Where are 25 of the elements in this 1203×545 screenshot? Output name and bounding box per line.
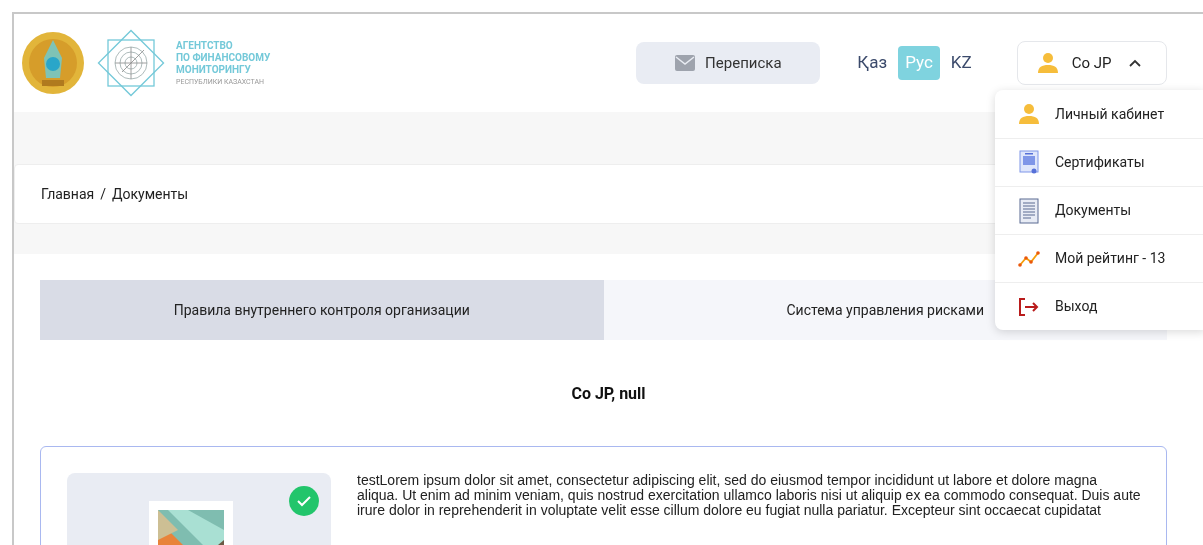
section-title: Co JP, null	[570, 383, 647, 405]
tab[interactable]: Правила внутреннего контроля организации	[40, 280, 604, 340]
agency-name: АГЕНТСТВО ПО ФИНАНСОВОМУ МОНИТОРИНГУ	[176, 40, 271, 76]
dropdown-menu-item[interactable]: Мой рейтинг - 13	[995, 234, 1203, 282]
breadcrumb-separator: /	[100, 184, 106, 204]
language-option[interactable]: Қаз	[850, 46, 895, 80]
line-chart-icon	[1018, 249, 1040, 268]
dropdown-menu-item[interactable]: Выход	[995, 282, 1203, 330]
user-menu-button[interactable]: Co JP	[1016, 41, 1167, 85]
person-icon	[1017, 102, 1041, 126]
document-icon	[1019, 197, 1039, 224]
language-option[interactable]: KZ	[943, 46, 979, 80]
document-description: testLorem ipsum dolor sit amet, consectetur adipiscing elit, sed do eiusmod tempor incididunt ut labore et dolore magna aliqua. Ut enim ad minim veniam, quis nostrud exercitation ullamco laboris nisi ut aliquip ex ea commodo consequat. Duis aute irure dolor in reprehenderit in voluptate velit esse cillum dolore eu fugiat nulla pariatur. Excepteur sint occaecat cupidatat	[357, 473, 1142, 520]
logout-icon	[1018, 296, 1040, 317]
emblem-icon	[20, 30, 86, 96]
breadcrumb-link[interactable]: Главная	[41, 183, 95, 205]
breadcrumb-link[interactable]: Документы	[112, 183, 189, 205]
envelope-icon	[675, 55, 696, 71]
dropdown-menu-item[interactable]: Документы	[995, 186, 1203, 234]
certificate-icon	[1019, 149, 1039, 176]
messages-button[interactable]: Переписка	[636, 42, 821, 84]
dropdown-menu-item[interactable]: Сертификаты	[995, 138, 1203, 186]
person-icon	[1035, 51, 1060, 75]
caret-icon	[1129, 59, 1142, 67]
dropdown-menu-item[interactable]: Личный кабинет	[995, 90, 1203, 138]
